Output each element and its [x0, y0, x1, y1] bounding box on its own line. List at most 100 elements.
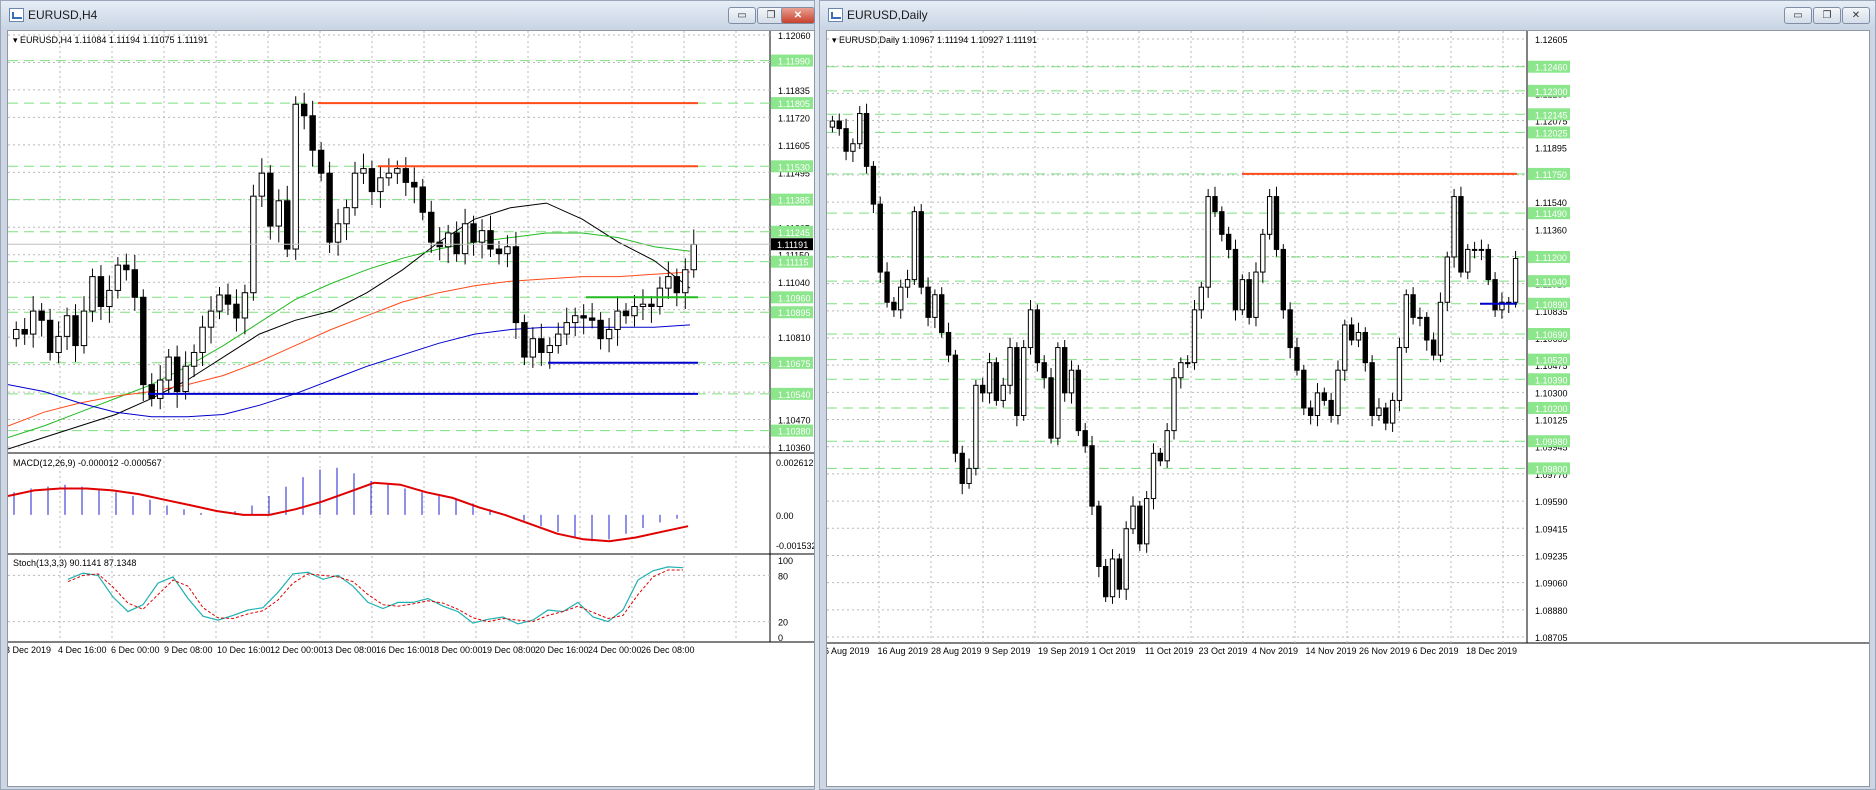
daily-candle: [850, 143, 856, 152]
daily-candle: [980, 384, 986, 394]
h4-candle: [326, 172, 333, 243]
time-axis-label: 18 Dec 2019: [1466, 646, 1517, 656]
h4-candle: [275, 200, 282, 227]
daily-candle: [1205, 196, 1211, 288]
daily-chart-svg[interactable]: 1.126051.124301.122501.120751.118951.117…: [827, 31, 1869, 786]
minimize-button[interactable]: ▭: [1784, 7, 1812, 24]
level-tag-label: 1.11750: [1535, 170, 1567, 180]
level-tag-label: 1.12145: [1535, 110, 1568, 120]
daily-candle: [939, 294, 945, 333]
h4-candle: [419, 186, 426, 213]
time-axis-label: 4 Dec 16:00: [58, 645, 107, 655]
daily-candle: [1280, 248, 1286, 311]
h4-candle: [648, 303, 655, 308]
price-axis-label: 1.11040: [778, 278, 810, 288]
time-axis-label: 6 Dec 00:00: [111, 645, 160, 655]
h4-candle: [478, 230, 486, 243]
level-tag-label: 1.12300: [1535, 87, 1568, 97]
title-bar[interactable]: EURUSD,H4 ▭ ❐ ✕: [1, 1, 815, 29]
level-tag-label: 1.11115: [778, 258, 809, 268]
h4-candle: [512, 246, 520, 324]
chart-header-info: ▾ EURUSD,H4 1.11084 1.11194 1.11075 1.11…: [13, 35, 208, 45]
h4-candle: [13, 328, 20, 340]
level-tag-label: 1.11990: [778, 57, 810, 67]
daily-candle: [1403, 294, 1409, 349]
daily-candle: [1225, 233, 1232, 250]
macd-scale-label: 0.00: [776, 511, 794, 521]
level-tag-label: 1.12460: [1535, 63, 1568, 73]
window-title: EURUSD,Daily: [847, 8, 928, 22]
current-price-label: 1.11191: [777, 240, 808, 250]
level-tag-label: 1.09980: [1535, 437, 1568, 447]
daily-candle: [952, 354, 959, 454]
title-bar[interactable]: EURUSD,Daily ▭ ❐ ✕: [820, 1, 1875, 29]
h4-candle: [199, 326, 206, 353]
time-axis-label: 26 Dec 08:00: [641, 645, 695, 655]
stoch-k-line: [67, 566, 684, 625]
chart-area[interactable]: 1.120601.119451.118351.117201.116051.114…: [7, 30, 815, 787]
daily-candle: [1485, 248, 1491, 281]
daily-candle: [1014, 347, 1020, 417]
time-axis-label: 13 Dec 08:00: [323, 645, 377, 655]
h4-candle: [38, 310, 45, 321]
level-tag-label: 1.11040: [1535, 277, 1567, 287]
h4-candle: [106, 289, 113, 308]
h4-candle: [580, 315, 587, 319]
h4-candle: [258, 172, 266, 197]
daily-candle: [1089, 445, 1095, 507]
daily-candle: [1465, 248, 1471, 273]
time-axis-label: 24 Dec 00:00: [588, 645, 642, 655]
daily-candle: [1376, 407, 1382, 417]
h4-candle: [495, 248, 503, 255]
daily-candle: [1109, 558, 1116, 598]
chart-area[interactable]: 1.126051.124301.122501.120751.118951.117…: [826, 30, 1870, 787]
close-button[interactable]: ✕: [781, 7, 815, 24]
close-button[interactable]: ✕: [1842, 7, 1870, 24]
h4-chart-svg[interactable]: 1.120601.119451.118351.117201.116051.114…: [8, 31, 814, 786]
daily-candle: [863, 113, 870, 167]
h4-candle: [140, 296, 147, 386]
h4-candle: [682, 269, 689, 294]
h4-candle: [622, 310, 630, 317]
h4-candle: [377, 177, 384, 193]
macd-scale-label: -0.001532: [776, 541, 814, 551]
time-axis-label: 10 Dec 16:00: [217, 645, 271, 655]
daily-candle: [1048, 377, 1054, 439]
level-tag-label: 1.10520: [1535, 356, 1568, 366]
level-tag-label: 1.11490: [1535, 209, 1567, 219]
daily-candle: [1171, 377, 1177, 432]
restore-button[interactable]: ❐: [1813, 7, 1841, 24]
chart-window-daily[interactable]: EURUSD,Daily ▭ ❐ ✕ 1.126051.124301.12250…: [819, 0, 1876, 790]
h4-candle: [614, 310, 621, 330]
chart-window-h4[interactable]: EURUSD,H4 ▭ ❐ ✕ 1.120601.119451.118351.1…: [0, 0, 815, 790]
h4-candle: [368, 168, 376, 193]
daily-candle: [1102, 566, 1109, 598]
h4-candle: [690, 243, 697, 271]
level-tag-label: 1.10540: [778, 390, 811, 400]
daily-candle: [1321, 392, 1327, 401]
macd-label: MACD(12,26,9) -0.000012 -0.000567: [13, 458, 162, 468]
daily-candle: [1055, 347, 1061, 439]
price-axis-label: 1.10470: [778, 416, 811, 426]
daily-candle: [1027, 309, 1034, 349]
daily-candle: [1130, 505, 1136, 530]
time-axis-label: 14 Nov 2019: [1306, 646, 1357, 656]
daily-candle: [1458, 196, 1464, 273]
h4-candle: [292, 103, 299, 250]
time-axis-label: 26 Nov 2019: [1359, 646, 1410, 656]
macd-scale-label: 0.002612: [776, 458, 814, 468]
daily-candle: [904, 279, 911, 288]
daily-candle: [1260, 233, 1266, 273]
daily-candle: [1492, 279, 1498, 311]
h4-candle: [224, 294, 232, 305]
daily-candle: [1239, 279, 1246, 311]
level-tag-label: 1.10960: [778, 293, 811, 303]
daily-candle: [1164, 430, 1170, 462]
chart-window-icon: [828, 8, 843, 22]
daily-candle: [898, 286, 904, 311]
h4-candle: [546, 345, 554, 353]
time-axis-label: 23 Oct 2019: [1199, 646, 1248, 656]
daily-candle: [1437, 301, 1444, 356]
price-axis-label: 1.10125: [1535, 416, 1568, 426]
minimize-button[interactable]: ▭: [728, 7, 756, 24]
